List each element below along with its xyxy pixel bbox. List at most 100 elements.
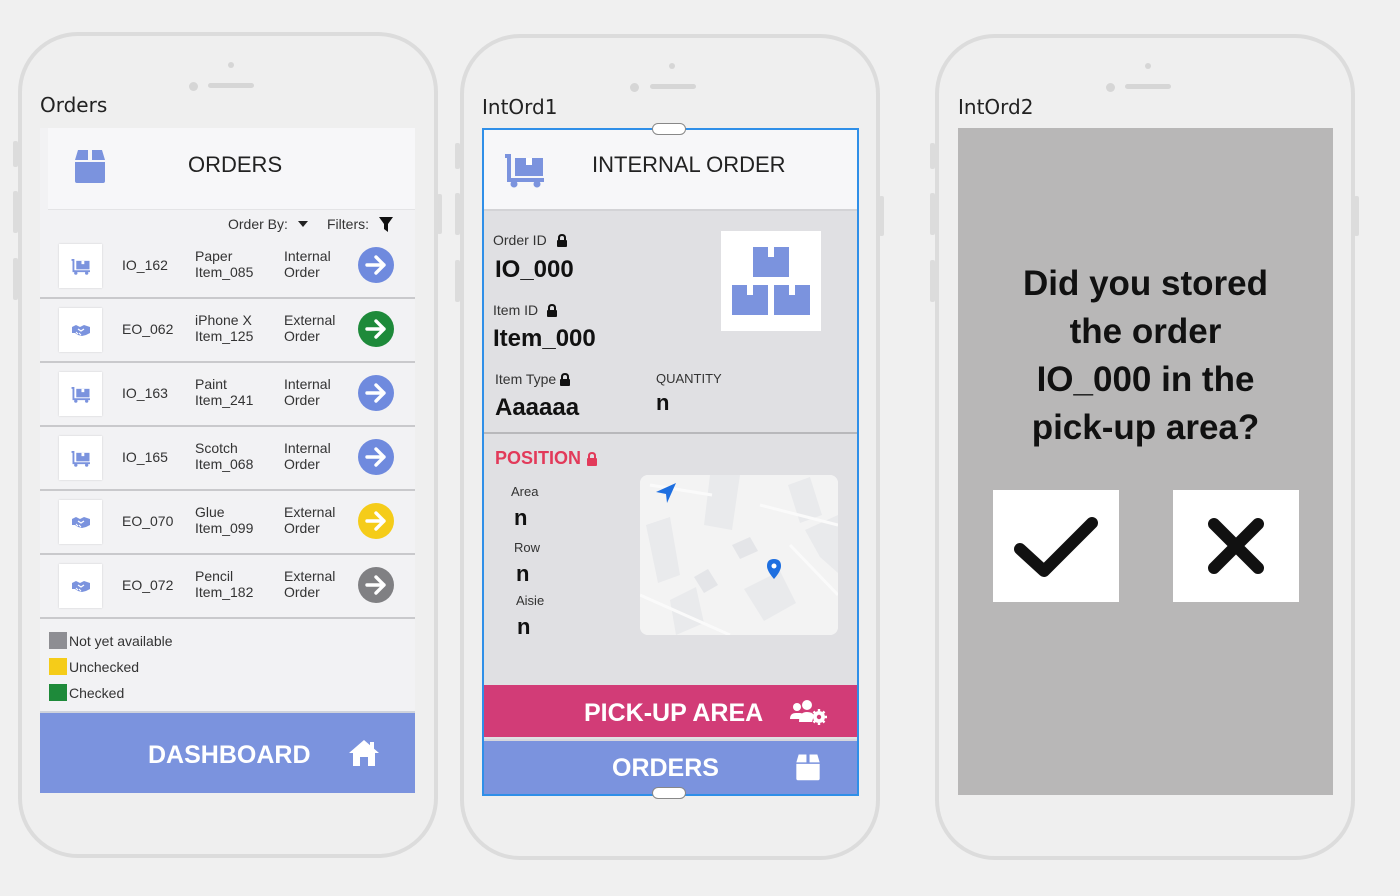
side-button (13, 258, 18, 300)
order-item: iPhone X Item_125 (195, 312, 253, 344)
order-type-line: Order (284, 456, 320, 472)
order-type: External Order (284, 504, 335, 536)
order-thumbnail (59, 372, 102, 416)
order-thumbnail (59, 500, 102, 544)
order-by-dropdown[interactable]: Order By: (228, 216, 308, 232)
dashboard-label: DASHBOARD (148, 741, 311, 769)
area-value: n (514, 505, 528, 530)
table-row[interactable]: IO_162 Paper Item_085 Internal Order (40, 235, 415, 299)
boxes-icon (731, 245, 811, 317)
resize-handle-top[interactable] (652, 123, 686, 135)
sensor-dot (669, 63, 675, 69)
item-id-value: Item_000 (493, 325, 596, 352)
item-name: Paint (195, 376, 227, 392)
cancel-button[interactable] (1173, 490, 1299, 602)
camera-dot (189, 82, 198, 91)
frame-title-confirm: IntOrd2 (958, 95, 1034, 119)
side-button (930, 143, 935, 169)
arrow-right-icon (365, 511, 387, 531)
item-name: Glue (195, 504, 225, 520)
open-order-button[interactable] (358, 311, 394, 347)
handshake-icon (71, 515, 91, 529)
camera-dot (630, 83, 639, 92)
order-type: Internal Order (284, 376, 331, 408)
order-type: Internal Order (284, 248, 331, 280)
side-button (930, 193, 935, 235)
order-id: IO_162 (122, 257, 168, 273)
order-type-line: Internal (284, 440, 331, 456)
order-type: External Order (284, 312, 335, 344)
order-type-line: External (284, 504, 336, 520)
speaker-slot (650, 84, 696, 89)
table-row[interactable]: IO_163 Paint Item_241 Internal Order (40, 363, 415, 427)
boxes-illustration (721, 231, 821, 331)
filters-button[interactable]: Filters: (327, 216, 393, 232)
orders-screen: ORDERS Order By: Filters: IO_162 Paper Ite… (40, 128, 415, 793)
row-value: n (516, 561, 530, 586)
side-button (437, 194, 442, 234)
item-code: Item_241 (195, 392, 254, 408)
sensor-dot (1145, 63, 1151, 69)
aisle-value: n (517, 614, 531, 639)
order-type-line: Order (284, 392, 320, 408)
legend-item: Unchecked (49, 658, 139, 675)
page-title: INTERNAL ORDER (592, 152, 786, 177)
location-map[interactable] (640, 475, 838, 635)
side-button (13, 141, 18, 167)
order-item: Paint Item_241 (195, 376, 253, 408)
lock-icon (559, 372, 571, 386)
open-order-button[interactable] (358, 247, 394, 283)
order-type-line: External (284, 312, 336, 328)
lock-icon (556, 233, 568, 247)
question-line: pick-up area? (1031, 408, 1260, 447)
box-icon (794, 753, 822, 781)
side-button (455, 193, 460, 235)
order-thumbnail (59, 436, 102, 480)
confirm-button[interactable] (993, 490, 1119, 602)
handshake-icon (71, 579, 91, 593)
order-thumbnail (59, 244, 102, 288)
open-order-button[interactable] (358, 503, 394, 539)
arrow-right-icon (365, 255, 387, 275)
item-type-label-text: Item Type (495, 371, 557, 387)
dolly-icon (504, 152, 546, 188)
position-title: POSITION (495, 448, 582, 468)
arrow-right-icon (365, 575, 387, 595)
table-row[interactable]: IO_165 Scotch Item_068 Internal Order (40, 427, 415, 491)
orders-button[interactable]: ORDERS (484, 739, 857, 794)
order-by-label: Order By: (228, 216, 288, 232)
area-label: Area (511, 484, 539, 499)
open-order-button[interactable] (358, 567, 394, 603)
open-order-button[interactable] (358, 439, 394, 475)
order-type-line: Internal (284, 248, 331, 264)
table-row[interactable]: EO_072 Pencil Item_182 External Order (40, 555, 415, 619)
item-name: Scotch (195, 440, 238, 456)
pickup-area-button[interactable]: PICK-UP AREA (484, 685, 857, 737)
item-id-label: Item ID (493, 302, 558, 318)
table-row[interactable]: EO_062 iPhone X Item_125 External Order (40, 299, 415, 363)
order-type-line: Order (284, 264, 320, 280)
order-id: IO_165 (122, 449, 168, 465)
table-row[interactable]: EO_070 Glue Item_099 External Order (40, 491, 415, 555)
dolly-icon (71, 386, 91, 403)
side-button (930, 260, 935, 302)
row-label: Row (514, 540, 541, 555)
order-id-label: Order ID (493, 232, 568, 248)
arrow-right-icon (365, 383, 387, 403)
order-thumbnail (59, 564, 102, 608)
order-type-line: Internal (284, 376, 331, 392)
order-item: Glue Item_099 (195, 504, 253, 536)
order-item: Scotch Item_068 (195, 440, 253, 472)
order-id-value: IO_000 (495, 256, 574, 283)
order-id-label-text: Order ID (493, 232, 547, 248)
dashboard-button[interactable]: DASHBOARD (40, 711, 415, 793)
order-type-line: Order (284, 584, 320, 600)
open-order-button[interactable] (358, 375, 394, 411)
pickup-area-label: PICK-UP AREA (584, 699, 764, 727)
resize-handle-bottom[interactable] (652, 787, 686, 799)
order-type: External Order (284, 568, 335, 600)
quantity-label: QUANTITY (656, 371, 722, 386)
question-line: the order (1069, 312, 1222, 351)
frame-title-internal-order: IntOrd1 (482, 95, 558, 119)
dolly-icon (71, 450, 91, 467)
